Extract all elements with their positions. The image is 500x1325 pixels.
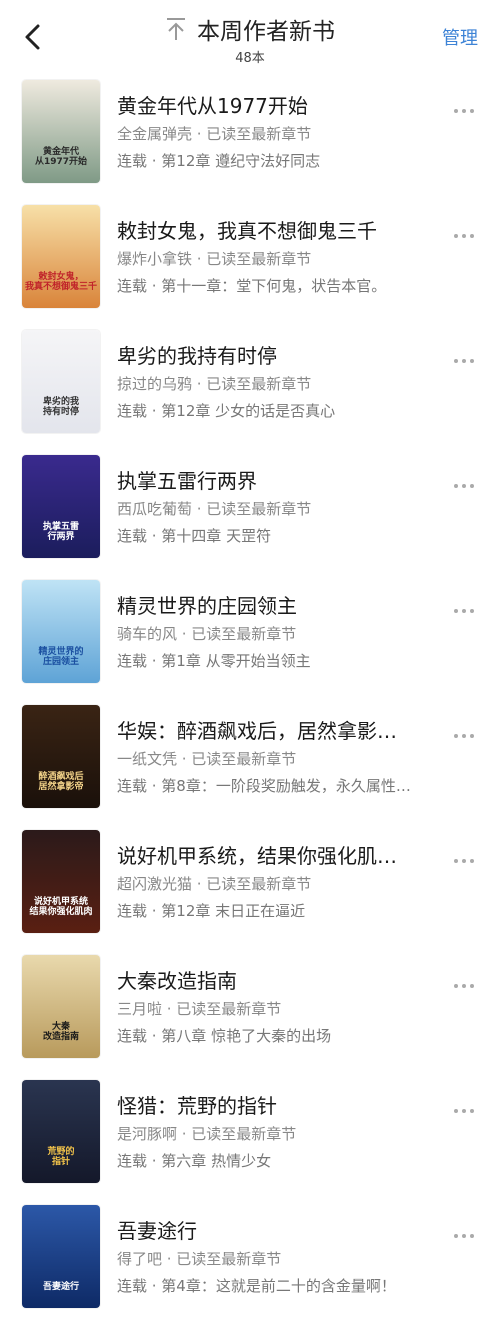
book-author-status: 爆炸小拿铁 · 已读至最新章节 <box>117 250 312 268</box>
book-title[interactable]: 说好机甲系统，结果你强化肌… <box>117 840 437 869</box>
more-options-icon[interactable] <box>454 1223 482 1238</box>
book-cover[interactable]: 执掌五雷 行两界 <box>22 455 100 558</box>
book-item[interactable]: 卑劣的我 持有时停 卑劣的我持有时停掠过的乌鸦 · 已读至最新章节连载 · 第12… <box>0 325 500 450</box>
cover-title-art: 黄金年代 从1977开始 <box>34 147 88 167</box>
book-item[interactable]: 吾妻途行 吾妻途行 得了吧 · 已读至最新章节 连载 · 第4章：这就是前二十的含金量… <box>0 1200 500 1325</box>
book-title[interactable]: 卑劣的我持有时停 <box>117 340 437 369</box>
book-title[interactable]: 精灵世界的庄园领主 <box>117 590 437 619</box>
book-latest-chapter: 连载 · 第12章 少女的话是否真心 <box>117 402 336 420</box>
book-item[interactable]: 大秦 改造指南 大秦改造指南三月啦 · 已读至最新章节连载 · 第八章 惊艳了大秦… <box>0 950 500 1075</box>
more-options-icon[interactable] <box>454 223 482 238</box>
book-latest-chapter: 连载 · 第12章 遵纪守法好同志 <box>117 152 321 170</box>
book-author-status: 是河豚啊 · 已读至最新章节 <box>117 1125 297 1143</box>
book-latest-chapter: 连载 · 第十一章：堂下何鬼，状告本官。 <box>117 277 387 295</box>
more-options-icon[interactable] <box>454 98 482 113</box>
book-title[interactable]: 执掌五雷行两界 <box>117 465 437 494</box>
book-item[interactable]: 黄金年代 从1977开始 黄金年代从1977开始全金属弹壳 · 已读至最新章节 连载… <box>0 75 500 200</box>
book-cover[interactable]: 黄金年代 从1977开始 <box>22 80 100 183</box>
cover-title-art: 执掌五雷 行两界 <box>42 522 79 542</box>
book-title[interactable]: 敕封女鬼，我真不想御鬼三千 <box>117 215 437 244</box>
book-item[interactable]: 说好机甲系统 结果你强化肌肉 说好机甲系统，结果你强化肌… 超闪激光猫 · 已读至最… <box>0 825 500 950</box>
more-options-icon[interactable] <box>454 473 482 488</box>
more-options-icon[interactable] <box>454 1098 482 1113</box>
cover-title-art: 精灵世界的 庄园领主 <box>38 647 84 667</box>
book-item[interactable]: 敕封女鬼， 我真不想御鬼三千 敕封女鬼，我真不想御鬼三千爆炸小拿铁 · 已读至最新… <box>0 200 500 325</box>
cover-title-art: 荒野的 指针 <box>47 1147 75 1167</box>
book-author-status: 掠过的乌鸦 · 已读至最新章节 <box>117 375 312 393</box>
book-item[interactable]: 精灵世界的 庄园领主 精灵世界的庄园领主骑车的风 · 已读至最新章节 连载 · 第1… <box>0 575 500 700</box>
book-latest-chapter: 连载 · 第十四章 天罡符 <box>117 527 272 545</box>
book-author-status: 骑车的风 · 已读至最新章节 <box>117 625 297 643</box>
book-author-status: 三月啦 · 已读至最新章节 <box>117 1000 282 1018</box>
book-author-status: 西瓜吃葡萄 · 已读至最新章节 <box>117 500 312 518</box>
cover-title-art: 醉酒飙戏后 居然拿影帝 <box>38 772 84 792</box>
book-latest-chapter: 连载 · 第六章 热情少女 <box>117 1152 272 1170</box>
more-options-icon[interactable] <box>454 723 482 738</box>
book-cover[interactable]: 说好机甲系统 结果你强化肌肉 <box>22 830 100 933</box>
more-options-icon[interactable] <box>454 598 482 613</box>
book-list: 黄金年代 从1977开始 黄金年代从1977开始 全金属弹壳 · 已读至最新章节 连载… <box>0 75 500 1325</box>
cover-title-art: 卑劣的我 持有时停 <box>42 397 79 417</box>
header-title-block: 本周作者新书 48本 <box>0 12 500 66</box>
book-item[interactable]: 执掌五雷 行两界 执掌五雷行两界西瓜吃葡萄 · 已读至最新章节 连载 · 第十四章 … <box>0 450 500 575</box>
book-cover[interactable]: 敕封女鬼， 我真不想御鬼三千 <box>22 205 100 308</box>
book-title[interactable]: 大秦改造指南 <box>117 965 437 994</box>
cover-title-art: 吾妻途行 <box>42 1281 79 1292</box>
more-options-icon[interactable] <box>454 848 482 863</box>
book-item[interactable]: 醉酒飙戏后 居然拿影帝 华娱：醉酒飙戏后，居然拿影… 一纸文凭 · 已读至最新章节连… <box>0 700 500 825</box>
book-author-status: 全金属弹壳 · 已读至最新章节 <box>117 125 312 143</box>
book-author-status: 超闪激光猫 · 已读至最新章节 <box>117 875 312 893</box>
book-title[interactable]: 怪猎：荒野的指针 <box>117 1090 437 1119</box>
book-author-status: 得了吧 · 已读至最新章节 <box>117 1250 282 1268</box>
book-latest-chapter: 连载 · 第4章：这就是前二十的含金量啊！ <box>117 1277 396 1295</box>
book-cover[interactable]: 精灵世界的 庄园领主 <box>22 580 100 683</box>
book-title[interactable]: 华娱：醉酒飙戏后，居然拿影… <box>117 715 437 744</box>
cover-title-art: 说好机甲系统 结果你强化肌肉 <box>29 897 93 917</box>
book-latest-chapter: 连载 · 第12章 末日正在逼近 <box>117 902 306 920</box>
book-cover[interactable]: 卑劣的我 持有时停 <box>22 330 100 433</box>
top-bar: 本周作者新书 48本 管理 <box>0 0 500 72</box>
book-latest-chapter: 连载 · 第八章 惊艳了大秦的出场 <box>117 1027 332 1045</box>
book-cover[interactable]: 吾妻途行 <box>22 1205 100 1308</box>
book-title[interactable]: 黄金年代从1977开始 <box>117 90 437 119</box>
cover-title-art: 敕封女鬼， 我真不想御鬼三千 <box>24 272 97 292</box>
page-title: 本周作者新书 <box>197 19 335 45</box>
more-options-icon[interactable] <box>454 348 482 363</box>
book-author-status: 一纸文凭 · 已读至最新章节 <box>117 750 297 768</box>
book-latest-chapter: 连载 · 第8章：一阶段奖励触发，永久属性… <box>117 777 411 795</box>
manage-button[interactable]: 管理 <box>442 24 478 50</box>
book-item[interactable]: 荒野的 指针 怪猎：荒野的指针是河豚啊 · 已读至最新章节 连载 · 第六章 热情少… <box>0 1075 500 1200</box>
more-options-icon[interactable] <box>454 973 482 988</box>
book-title[interactable]: 吾妻途行 <box>117 1215 437 1244</box>
pin-top-icon <box>167 18 185 40</box>
book-cover[interactable]: 荒野的 指针 <box>22 1080 100 1183</box>
book-count: 48本 <box>235 51 265 66</box>
cover-title-art: 大秦 改造指南 <box>42 1022 79 1042</box>
book-cover[interactable]: 大秦 改造指南 <box>22 955 100 1058</box>
book-latest-chapter: 连载 · 第1章 从零开始当领主 <box>117 652 311 670</box>
book-cover[interactable]: 醉酒飙戏后 居然拿影帝 <box>22 705 100 808</box>
